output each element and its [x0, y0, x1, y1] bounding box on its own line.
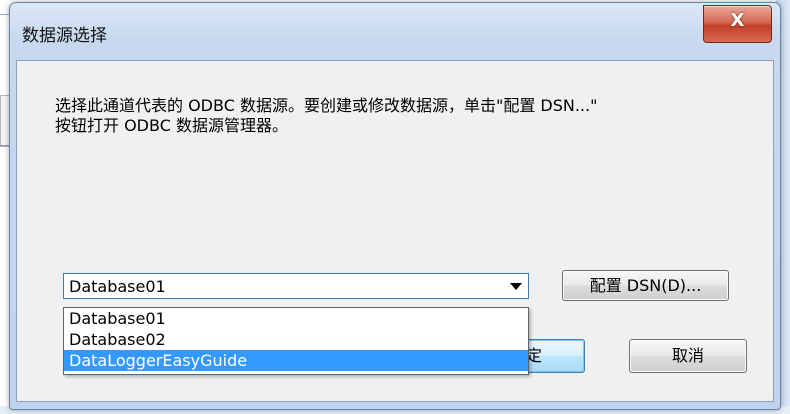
dropdown-option[interactable]: Database02	[64, 329, 528, 350]
dropdown-option[interactable]: DataLoggerEasyGuide	[64, 350, 528, 371]
dialog-title: 数据源选择	[22, 26, 107, 46]
datasource-combobox[interactable]: Database01	[63, 273, 529, 299]
dialog-titlebar[interactable]: 数据源选择 X	[10, 3, 780, 61]
close-icon: X	[730, 10, 745, 31]
configure-dsn-button[interactable]: 配置 DSN(D)...	[562, 270, 729, 301]
dropdown-option[interactable]: Database01	[64, 308, 528, 329]
cancel-button[interactable]: 取消	[629, 339, 747, 373]
chevron-down-icon[interactable]	[510, 283, 522, 290]
description-line-2: 按钮打开 ODBC 数据源管理器。	[55, 116, 288, 135]
datasource-dropdown-list: Database01 Database02 DataLoggerEasyGuide	[63, 307, 529, 375]
dialog-description: 选择此通道代表的 ODBC 数据源。要创建或修改数据源，单击"配置 DSN...…	[55, 96, 755, 136]
close-button[interactable]: X	[703, 5, 772, 43]
datasource-select-dialog: 数据源选择 X 选择此通道代表的 ODBC 数据源。要创建或修改数据源，单击"配…	[9, 2, 781, 410]
datasource-selected-value: Database01	[69, 277, 166, 296]
description-line-1: 选择此通道代表的 ODBC 数据源。要创建或修改数据源，单击"配置 DSN...…	[55, 96, 598, 115]
dialog-client-area: 选择此通道代表的 ODBC 数据源。要创建或修改数据源，单击"配置 DSN...…	[16, 60, 774, 402]
